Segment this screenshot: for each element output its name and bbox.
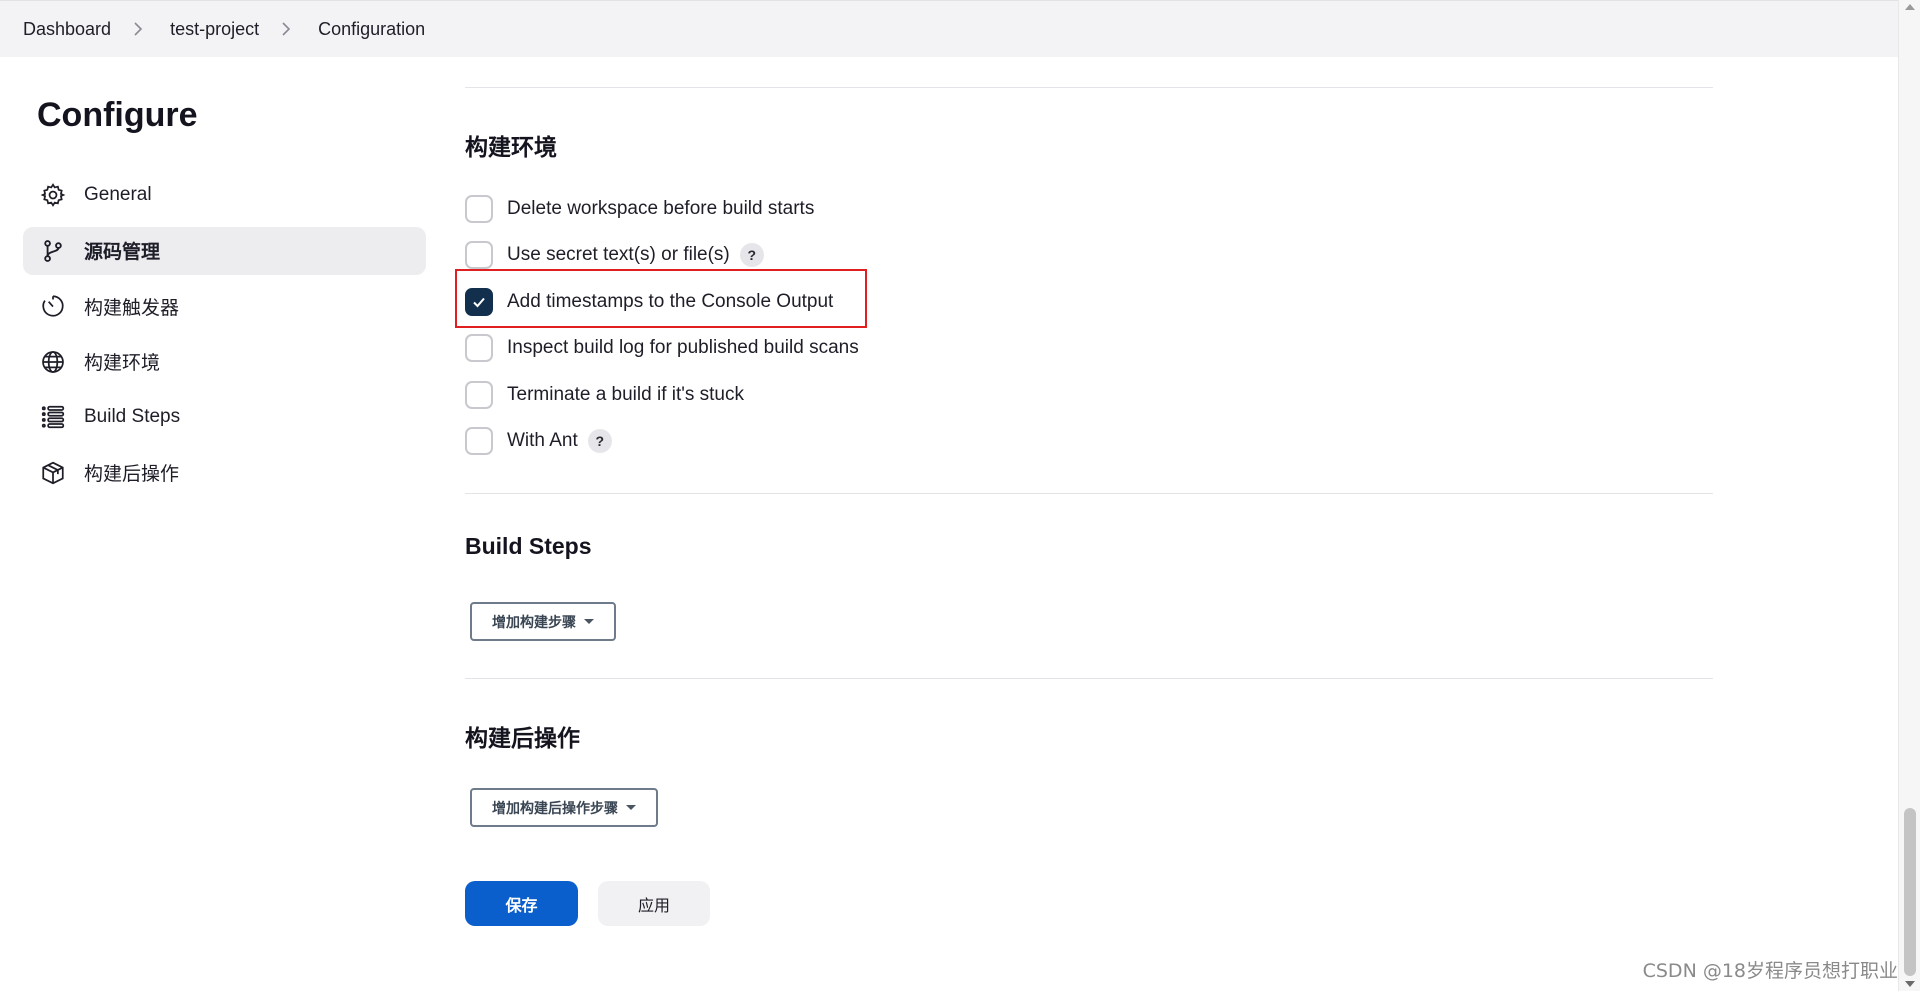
sidebar-item-label: 构建触发器 (84, 297, 180, 319)
option-label: Terminate a build if it's stuck (507, 384, 744, 405)
option-label: Delete workspace before build starts (507, 198, 815, 219)
add-build-step-button[interactable]: 增加构建步骤 (470, 602, 616, 641)
breadcrumb-test-project[interactable]: test-project (170, 19, 259, 40)
section-title-post-build: 构建后操作 (465, 725, 580, 751)
breadcrumb-dashboard[interactable]: Dashboard (23, 19, 111, 40)
option-secret-text[interactable]: Use secret text(s) or file(s) ? (465, 240, 764, 270)
sidebar-item-build-env[interactable]: 构建环境 (23, 338, 426, 386)
button-label: 增加构建步骤 (492, 614, 576, 631)
option-label: Add timestamps to the Console Output (507, 291, 834, 312)
sidebar-item-general[interactable]: General (23, 171, 426, 219)
option-label: With Ant (507, 430, 578, 451)
button-label: 增加构建后操作步骤 (492, 800, 618, 817)
sidebar-item-build-steps[interactable]: Build Steps (23, 393, 426, 441)
checkbox[interactable] (465, 427, 493, 455)
save-button[interactable]: 保存 (465, 881, 578, 926)
page-title: Configure (37, 96, 198, 134)
caret-down-icon (584, 619, 594, 624)
help-icon[interactable]: ? (739, 243, 764, 267)
option-label: Inspect build log for published build sc… (507, 337, 859, 358)
checkbox[interactable] (465, 381, 493, 409)
option-delete-workspace[interactable]: Delete workspace before build starts (465, 194, 814, 224)
section-title-build-env: 构建环境 (465, 134, 557, 160)
checkbox-checked[interactable] (465, 288, 493, 316)
caret-down-icon (626, 805, 636, 810)
main-content: 构建环境 Delete workspace before build start… (465, 0, 1713, 991)
section-title-build-steps: Build Steps (465, 533, 592, 559)
globe-icon (39, 348, 67, 376)
timer-icon (39, 292, 67, 320)
checkbox[interactable] (465, 334, 493, 362)
sidebar-item-label: 源码管理 (84, 242, 161, 263)
sidebar-item-post-build[interactable]: 构建后操作 (23, 449, 426, 497)
checkmark-icon (473, 297, 485, 308)
apply-button[interactable]: 应用 (598, 881, 710, 926)
list-icon (39, 403, 67, 431)
breadcrumb-configuration[interactable]: Configuration (318, 19, 425, 40)
watermark: CSDN @18岁程序员想打职业 (1642, 960, 1898, 982)
scroll-down-icon[interactable] (1905, 981, 1915, 987)
section-divider (465, 493, 1713, 494)
checkbox[interactable] (465, 241, 493, 269)
sidebar-item-label: 构建环境 (84, 353, 161, 374)
option-inspect-build-log[interactable]: Inspect build log for published build sc… (465, 333, 859, 363)
sidebar-item-triggers[interactable]: 构建触发器 (23, 282, 426, 330)
gear-icon (39, 181, 67, 209)
option-timestamps[interactable]: Add timestamps to the Console Output (465, 287, 833, 317)
chevron-right-icon (133, 20, 145, 38)
section-divider (465, 87, 1713, 88)
scroll-up-icon[interactable] (1905, 4, 1915, 10)
section-divider (465, 678, 1713, 679)
checkbox[interactable] (465, 195, 493, 223)
branch-icon (39, 237, 67, 265)
sidebar-item-label: General (84, 184, 152, 205)
vertical-scrollbar[interactable] (1898, 0, 1920, 991)
option-terminate-stuck[interactable]: Terminate a build if it's stuck (465, 380, 744, 410)
package-icon (39, 459, 67, 487)
scrollbar-thumb[interactable] (1904, 808, 1916, 976)
sidebar: General 源码管理 构建触发器 构建环境 Build Steps 构建后操… (23, 171, 426, 504)
sidebar-item-label: Build Steps (84, 406, 181, 427)
option-label: Use secret text(s) or file(s) (507, 244, 730, 265)
add-post-build-step-button[interactable]: 增加构建后操作步骤 (470, 788, 658, 827)
sidebar-item-label: 构建后操作 (84, 464, 180, 485)
chevron-right-icon (281, 20, 293, 38)
option-with-ant[interactable]: With Ant ? (465, 426, 612, 456)
sidebar-item-scm[interactable]: 源码管理 (23, 226, 426, 275)
help-icon[interactable]: ? (587, 429, 612, 453)
